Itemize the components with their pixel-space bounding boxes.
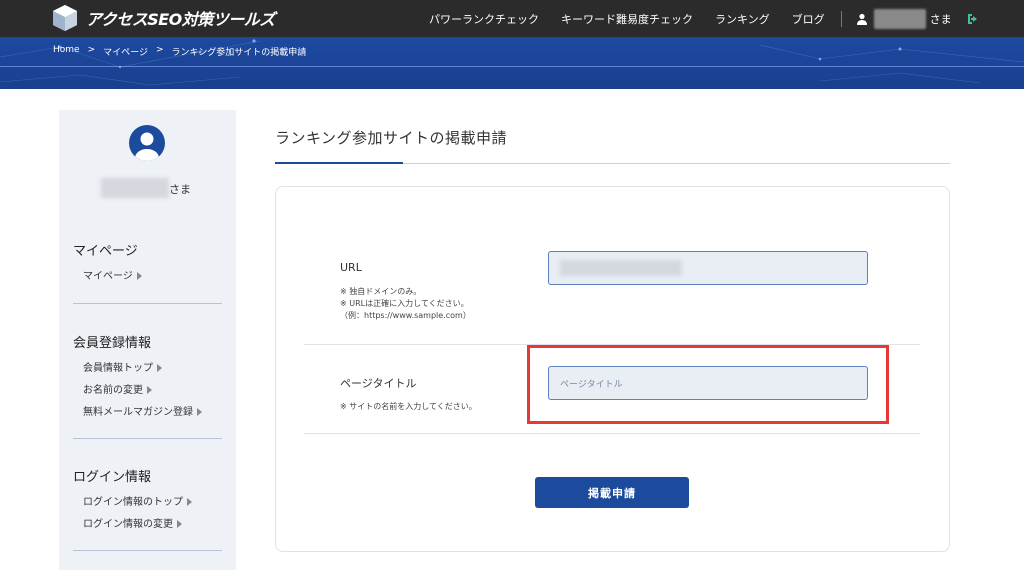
nav-keyword-difficulty-check[interactable]: キーワード難易度チェック xyxy=(561,11,693,27)
sidebar-link-label: ログイン情報の変更 xyxy=(83,519,173,530)
sidebar-link-label: 無料メールマガジン登録 xyxy=(83,407,193,418)
arrow-right-icon xyxy=(157,364,162,372)
breadcrumb-mypage[interactable]: マイページ xyxy=(103,45,148,58)
logo-text: アクセスSEO対策ツールズ xyxy=(86,10,275,29)
arrow-right-icon xyxy=(177,520,182,528)
nav-ranking[interactable]: ランキング xyxy=(715,11,770,27)
sidebar-link-change-name[interactable]: お名前の変更 xyxy=(83,381,152,396)
sidebar-link-login-top[interactable]: ログイン情報のトップ xyxy=(83,493,192,508)
main-nav: パワーランクチェック キーワード難易度チェック ランキング ブログ さま xyxy=(429,0,980,37)
nav-power-rank-check[interactable]: パワーランクチェック xyxy=(429,11,539,27)
arrow-right-icon xyxy=(187,498,192,506)
banner-line xyxy=(0,66,1024,67)
nav-blog[interactable]: ブログ xyxy=(792,11,825,27)
sidebar-link-mypage[interactable]: マイページ xyxy=(83,267,142,282)
page-title-notes: ※ サイトの名前を入力してください。 xyxy=(340,401,477,413)
page-title: ランキング参加サイトの掲載申請 xyxy=(275,129,508,147)
url-value-redacted xyxy=(560,260,682,276)
sidebar-divider xyxy=(73,550,222,551)
highlight-box xyxy=(527,345,889,424)
sidebar-link-newsletter[interactable]: 無料メールマガジン登録 xyxy=(83,403,202,418)
breadcrumb-separator: > xyxy=(87,45,96,55)
url-note: ※ 独自ドメインのみ。 xyxy=(340,287,422,296)
sidebar-link-label: ログイン情報のトップ xyxy=(83,497,183,508)
arrow-right-icon xyxy=(136,272,142,280)
breadcrumb: Home > マイページ > ランキング参加サイトの掲載申請 xyxy=(53,45,314,58)
arrow-right-icon xyxy=(147,386,152,394)
breadcrumb-home[interactable]: Home xyxy=(53,45,80,58)
sidebar-divider xyxy=(73,303,222,304)
url-note: （例：https://www.sample.com） xyxy=(340,311,471,320)
url-label: URL xyxy=(340,261,362,274)
arrow-right-icon xyxy=(197,408,202,416)
sidebar-link-label: マイページ xyxy=(83,271,133,282)
breadcrumb-current: ランキング参加サイトの掲載申請 xyxy=(171,48,307,58)
title-underline-accent xyxy=(275,162,403,164)
submit-button[interactable]: 掲載申請 xyxy=(535,477,689,508)
sidebar-link-member-info-top[interactable]: 会員情報トップ xyxy=(83,359,162,374)
url-notes: ※ 独自ドメインのみ。 ※ URLは正確に入力してください。 （例：https:… xyxy=(340,286,471,322)
top-bar: アクセスSEO対策ツールズ パワーランクチェック キーワード難易度チェック ラン… xyxy=(0,0,1024,37)
sidebar-link-login-change[interactable]: ログイン情報の変更 xyxy=(83,515,182,530)
page-banner: Home > マイページ > ランキング参加サイトの掲載申請 xyxy=(0,37,1024,89)
url-input[interactable] xyxy=(548,251,868,285)
breadcrumb-separator: > xyxy=(155,45,164,55)
sidebar-link-label: お名前の変更 xyxy=(83,385,143,396)
sidebar-link-label: 会員情報トップ xyxy=(83,363,153,374)
cube-logo-icon xyxy=(53,5,77,31)
url-note: ※ URLは正確に入力してください。 xyxy=(340,299,469,308)
nav-divider xyxy=(840,10,842,27)
logout-icon[interactable] xyxy=(966,12,980,26)
page-title-label: ページタイトル xyxy=(340,377,417,390)
sidebar-section-member-info: 会員登録情報 xyxy=(73,336,152,351)
user-name-redacted xyxy=(873,8,926,29)
user-icon xyxy=(856,13,867,25)
user-suffix: さま xyxy=(929,12,952,26)
avatar-icon xyxy=(129,125,165,161)
sidebar: さま マイページ マイページ 会員登録情報 会員情報トップ お名前の変更 無料メ… xyxy=(59,110,236,570)
sidebar-section-login-info: ログイン情報 xyxy=(73,470,152,485)
form-row-divider xyxy=(304,433,920,434)
sidebar-divider xyxy=(73,438,222,439)
sidebar-section-mypage: マイページ xyxy=(73,244,138,259)
sidebar-user-suffix: さま xyxy=(169,183,191,196)
site-logo[interactable]: アクセスSEO対策ツールズ xyxy=(52,4,275,32)
sidebar-user-name-redacted xyxy=(101,178,169,198)
page-title-note: ※ サイトの名前を入力してください。 xyxy=(340,402,477,411)
